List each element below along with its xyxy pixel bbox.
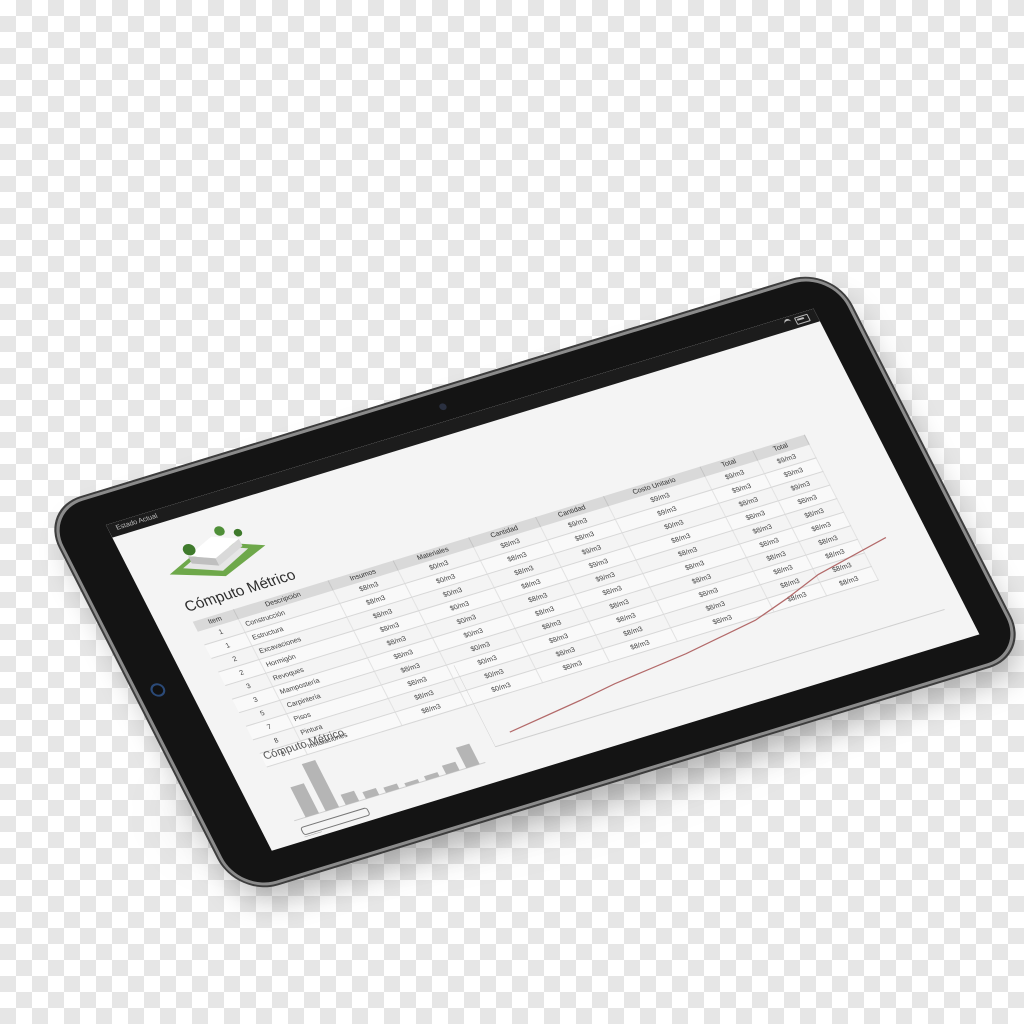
- line-chart-axis: [494, 608, 945, 748]
- home-button[interactable]: [147, 681, 168, 699]
- status-text: Estado Actual: [114, 512, 160, 532]
- bar: [441, 761, 460, 775]
- battery-icon: [793, 313, 811, 326]
- bar: [455, 743, 480, 769]
- camera-icon: [437, 402, 448, 411]
- tablet-device: Estado Actual Cómputo Métrico Item Descr…: [46, 272, 1024, 892]
- status-icons: [782, 311, 811, 329]
- bar: [404, 779, 420, 787]
- bar: [362, 787, 380, 799]
- bar: [340, 790, 360, 806]
- wifi-icon: [782, 318, 794, 329]
- tablet-screen: Estado Actual Cómputo Métrico Item Descr…: [105, 308, 980, 851]
